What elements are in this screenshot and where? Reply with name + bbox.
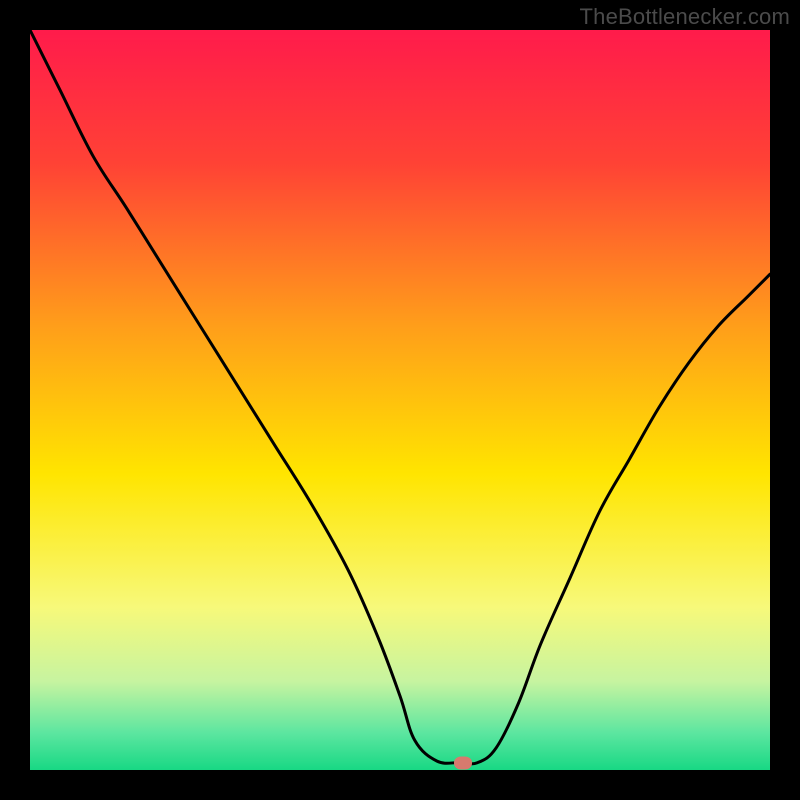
- gradient-background: [30, 30, 770, 770]
- optimum-marker-icon: [454, 756, 472, 769]
- plot-area: [30, 30, 770, 770]
- attribution-label: TheBottlenecker.com: [580, 4, 790, 30]
- bottleneck-plot: [30, 30, 770, 770]
- chart-frame: TheBottlenecker.com: [0, 0, 800, 800]
